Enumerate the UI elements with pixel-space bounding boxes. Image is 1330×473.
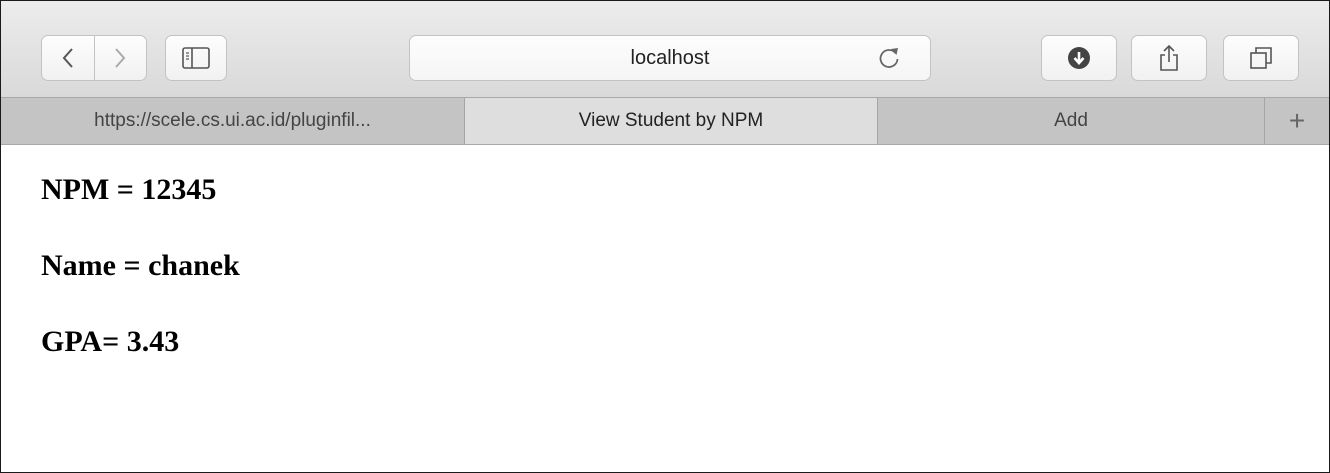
tab-bar: https://scele.cs.ui.ac.id/pluginfil... V… — [1, 97, 1329, 145]
page-content: NPM = 12345 Name = chanek GPA= 3.43 — [1, 145, 1329, 472]
npm-heading: NPM = 12345 — [41, 173, 217, 206]
tabs-overview-button[interactable] — [1223, 35, 1299, 81]
reload-icon[interactable] — [876, 45, 902, 71]
tab-scele[interactable]: https://scele.cs.ui.ac.id/pluginfil... — [1, 98, 464, 144]
navigation-buttons — [41, 35, 147, 81]
sidebar-button[interactable] — [165, 35, 227, 81]
tab-label: https://scele.cs.ui.ac.id/pluginfil... — [94, 110, 371, 131]
tab-label: Add — [1054, 110, 1088, 131]
name-heading: Name = chanek — [41, 249, 240, 282]
download-icon — [1068, 47, 1090, 69]
chevron-left-icon — [62, 48, 73, 68]
sidebar-icon — [182, 47, 210, 69]
share-icon — [1160, 44, 1178, 71]
browser-toolbar: localhost — [1, 1, 1329, 97]
browser-window: localhost https://scele.cs.ui.ac.id/plug… — [0, 0, 1330, 473]
tab-add[interactable]: Add — [878, 98, 1264, 144]
new-tab-button[interactable]: + — [1265, 98, 1329, 144]
back-button[interactable] — [42, 36, 95, 80]
share-button[interactable] — [1131, 35, 1207, 81]
gpa-heading: GPA= 3.43 — [41, 325, 180, 358]
tab-label: View Student by NPM — [578, 110, 764, 131]
plus-icon: + — [1288, 105, 1306, 136]
address-text: localhost — [630, 46, 710, 69]
address-bar[interactable]: localhost — [409, 35, 931, 81]
chevron-right-icon — [115, 48, 126, 68]
forward-button[interactable] — [95, 36, 147, 80]
tab-view-student[interactable]: View Student by NPM — [465, 98, 877, 144]
downloads-button[interactable] — [1041, 35, 1117, 81]
tabs-overview-icon — [1250, 47, 1272, 69]
